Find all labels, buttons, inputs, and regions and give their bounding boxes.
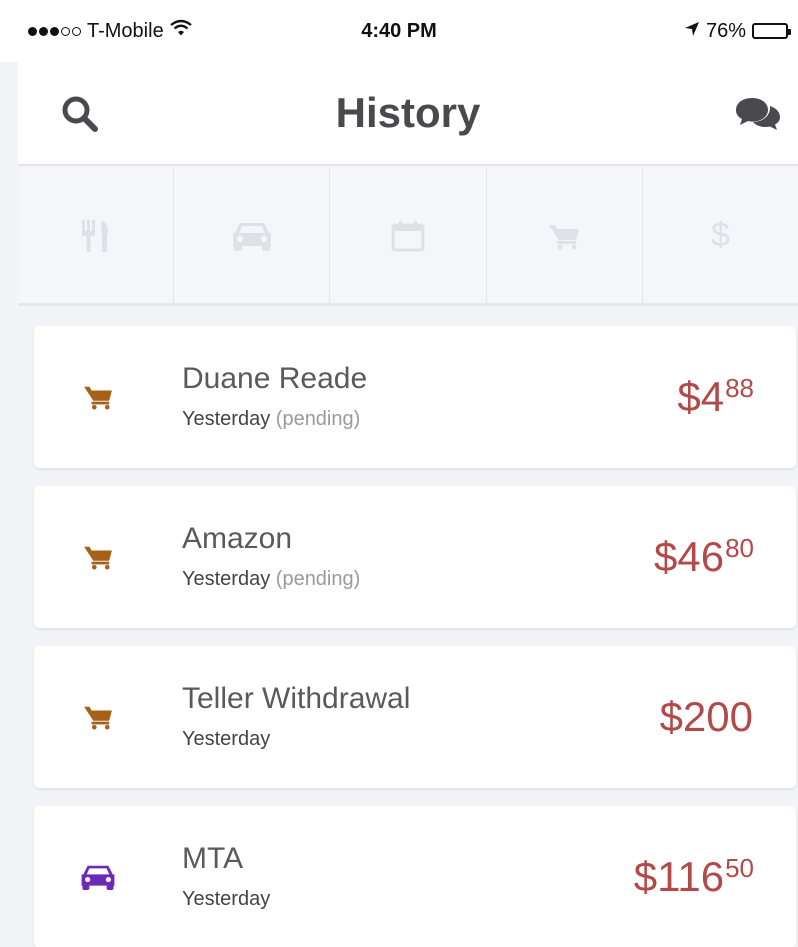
merchant-name: Teller Withdrawal — [182, 682, 411, 715]
date-label: Yesterday — [182, 728, 271, 750]
shopping-cart-icon — [78, 540, 118, 574]
transaction-date: Yesterday — [182, 728, 410, 751]
transaction-info: Teller Withdrawal Yesterday — [182, 682, 410, 751]
tab-food[interactable] — [18, 168, 175, 303]
shopping-cart-icon — [78, 700, 118, 734]
tab-money[interactable]: $ — [643, 168, 798, 303]
transaction-amount: $11650 — [634, 853, 754, 901]
dollar-icon: $ — [710, 216, 730, 254]
chat-icon — [736, 98, 780, 130]
battery-icon — [752, 23, 791, 39]
tab-shopping[interactable] — [487, 168, 643, 303]
transaction-info: Duane Reade Yesterday (pending) — [182, 362, 367, 431]
transaction-amount: $4680 — [654, 533, 754, 581]
transaction-info: MTA Yesterday — [182, 842, 270, 911]
merchant-name: Duane Reade — [182, 362, 368, 395]
date-label: Yesterday — [182, 408, 271, 430]
transaction-date: Yesterday (pending) — [182, 408, 367, 431]
merchant-name: MTA — [182, 842, 244, 875]
amount-cents: 80 — [725, 533, 754, 563]
transaction-amount: $488 — [677, 373, 754, 421]
search-button[interactable] — [56, 90, 104, 138]
amount-cents: 50 — [725, 853, 754, 883]
chat-button[interactable] — [732, 90, 784, 138]
search-icon — [62, 96, 98, 132]
car-icon — [232, 222, 271, 251]
transaction-row[interactable]: Duane Reade Yesterday (pending) $488 — [34, 326, 796, 468]
date-label: Yesterday — [182, 568, 271, 590]
shopping-cart-icon — [549, 224, 580, 249]
tab-calendar[interactable] — [330, 168, 487, 303]
page-title: History — [335, 89, 481, 136]
shopping-cart-icon — [78, 380, 118, 414]
location-arrow-icon — [684, 20, 700, 43]
car-icon — [78, 860, 118, 894]
carrier-label: T-Mobile — [87, 19, 164, 42]
transaction-date: Yesterday (pending) — [182, 568, 360, 591]
amount-cents: 88 — [725, 373, 754, 403]
transaction-info: Amazon Yesterday (pending) — [182, 522, 360, 591]
app-header: History — [18, 62, 798, 166]
signal-strength-icon — [28, 26, 81, 36]
tab-transport[interactable] — [174, 168, 331, 303]
pending-label: (pending) — [275, 408, 361, 430]
transaction-row[interactable]: Teller Withdrawal Yesterday $200 — [34, 646, 796, 788]
status-left: T-Mobile — [28, 19, 684, 43]
transaction-amount: $200 — [660, 693, 754, 741]
category-tabs: $ — [18, 168, 798, 306]
date-label: Yesterday — [182, 888, 271, 910]
pending-label: (pending) — [275, 568, 361, 590]
merchant-name: Amazon — [182, 522, 293, 555]
status-right: 76% — [684, 19, 791, 43]
amount-dollars: $46 — [654, 533, 725, 580]
wifi-icon — [169, 19, 192, 43]
transaction-row[interactable]: MTA Yesterday $11650 — [34, 806, 796, 947]
calendar-icon — [391, 220, 425, 251]
transaction-row[interactable]: Amazon Yesterday (pending) $4680 — [34, 486, 796, 628]
restaurant-icon — [81, 219, 108, 252]
transaction-list: Duane Reade Yesterday (pending) $488 Ama… — [34, 326, 796, 947]
battery-percent: 76% — [705, 19, 746, 42]
amount-dollars: $200 — [659, 693, 753, 740]
amount-dollars: $116 — [633, 853, 725, 900]
app-screen: T-Mobile 4:40 PM 76% History $ Duane Rea… — [0, 0, 798, 947]
transaction-date: Yesterday — [182, 888, 270, 911]
amount-dollars: $4 — [677, 373, 725, 420]
status-bar: T-Mobile 4:40 PM 76% — [0, 0, 798, 62]
